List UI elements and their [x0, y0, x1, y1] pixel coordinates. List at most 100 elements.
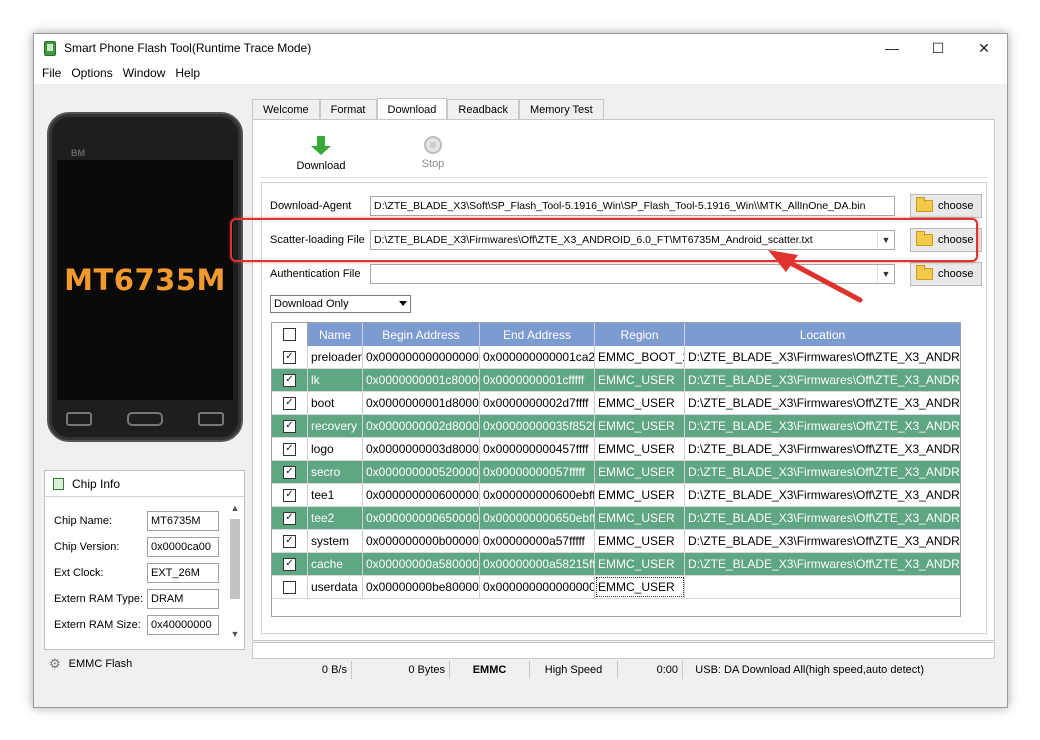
stop-label: Stop: [421, 158, 445, 170]
row-checkbox[interactable]: ✓: [283, 465, 296, 479]
row-checkbox[interactable]: ✓: [283, 350, 296, 364]
folder-icon: [916, 197, 933, 212]
row-checkbox[interactable]: ✓: [283, 534, 296, 548]
table-row[interactable]: ✓ logo 0x0000000003d80000 0x000000000457fff…: [272, 438, 960, 461]
table-row[interactable]: ✓ recovery 0x0000000002d80000 0x00000000035…: [272, 415, 960, 438]
title-bar[interactable]: Smart Phone Flash Tool(Runtime Trace Mod…: [34, 34, 1007, 62]
row-checkbox[interactable]: ✓: [283, 488, 296, 502]
status-speed: 0 B/s: [252, 661, 352, 679]
cell-begin-address: 0x0000000001d80000: [363, 392, 480, 414]
table-row[interactable]: ✓ secro 0x0000000005200000 0x00000000057fff…: [272, 461, 960, 484]
menu-file[interactable]: File: [40, 66, 69, 80]
row-checkbox[interactable]: ✓: [283, 557, 296, 571]
scroll-thumb[interactable]: [230, 519, 240, 599]
row-checkbox[interactable]: ✓: [283, 511, 296, 525]
row-checkbox-cell: ✓: [272, 461, 308, 483]
menu-window[interactable]: Window: [121, 66, 174, 80]
cell-region: EMMC_USER: [595, 530, 685, 552]
cell-location: D:\ZTE_BLADE_X3\Firmwares\Off\ZTE_X3_AND…: [688, 396, 960, 410]
emmc-flash-text: EMMC Flash: [68, 658, 133, 670]
cell-begin-address: 0x0000000001c80000: [363, 369, 480, 391]
cell-name: logo: [308, 438, 363, 460]
row-checkbox-cell: ✓: [272, 553, 308, 575]
download-tab-panel: Download Stop Download-Agent D:\ZTE_BLAD…: [252, 119, 995, 641]
cell-region: EMMC_USER: [595, 392, 685, 414]
table-row[interactable]: userdata 0x00000000be800000 0x000000000000…: [272, 576, 960, 599]
table-row[interactable]: ✓ tee1 0x0000000006000000 0x000000000600ebf…: [272, 484, 960, 507]
row-checkbox-cell: ✓: [272, 369, 308, 391]
phone-illustration: BM MT6735M: [47, 112, 243, 442]
cell-name: cache: [308, 553, 363, 575]
cell-begin-address: 0x00000000a5800000: [363, 553, 480, 575]
cell-region: EMMC_USER: [595, 553, 685, 575]
select-all-checkbox[interactable]: [283, 328, 296, 341]
menu-key-icon: [66, 412, 93, 426]
table-row[interactable]: ✓ cache 0x00000000a5800000 0x00000000a58215…: [272, 553, 960, 576]
row-checkbox[interactable]: [283, 580, 296, 594]
scroll-down-icon[interactable]: ▼: [228, 629, 242, 643]
maximize-button[interactable]: ☐: [915, 34, 961, 62]
col-end-address[interactable]: End Address: [480, 323, 595, 346]
auth-file-field[interactable]: ▼: [370, 264, 895, 284]
cell-begin-address: 0x0000000003d80000: [363, 438, 480, 460]
cell-region: EMMC_USER: [595, 461, 685, 483]
status-bar: 0 B/s 0 Bytes EMMC High Speed 0:00 USB: …: [252, 661, 995, 679]
tab-memory-test[interactable]: Memory Test: [518, 99, 604, 120]
cell-location: D:\ZTE_BLADE_X3\Firmwares\Off\ZTE_X3_AND…: [688, 373, 960, 387]
menu-options[interactable]: Options: [69, 66, 120, 80]
chip-row: Ext Clock: EXT_26M: [54, 563, 224, 583]
cell-end-address: 0x0000000000000000: [480, 576, 595, 598]
cell-begin-address: 0x0000000006000000: [363, 484, 480, 506]
chevron-down-icon[interactable]: ▼: [877, 265, 894, 283]
chip-row-label: Chip Version:: [54, 541, 120, 553]
col-region[interactable]: Region: [595, 323, 685, 346]
download-button[interactable]: Download: [286, 136, 356, 172]
row-checkbox-cell: ✓: [272, 438, 308, 460]
table-row[interactable]: ✓ tee2 0x0000000006500000 0x000000000650ebf…: [272, 507, 960, 530]
col-begin-address[interactable]: Begin Address: [363, 323, 480, 346]
chip-info-panel: Chip Info Chip Name: MT6735M Chip Versio…: [44, 470, 245, 650]
col-location[interactable]: Location: [685, 323, 960, 346]
table-row[interactable]: ✓ lk 0x0000000001c80000 0x0000000001cfffff E…: [272, 369, 960, 392]
row-checkbox[interactable]: ✓: [283, 419, 296, 433]
scroll-up-icon[interactable]: ▲: [228, 503, 242, 517]
phone-app-icon: [44, 40, 56, 56]
tab-format[interactable]: Format: [319, 99, 377, 120]
row-checkbox[interactable]: ✓: [283, 373, 296, 387]
chip-info-title: Chip Info: [72, 476, 121, 491]
cell-end-address: 0x00000000057fffff: [480, 461, 595, 483]
tab-download[interactable]: Download: [376, 98, 448, 120]
download-mode-select[interactable]: Download Only: [270, 295, 411, 313]
chip-row: Extern RAM Size: 0x40000000: [54, 615, 224, 635]
cell-name: userdata: [308, 576, 363, 598]
back-key-icon: [197, 412, 224, 426]
col-name[interactable]: Name: [308, 323, 363, 346]
cell-location: D:\ZTE_BLADE_X3\Firmwares\Off\ZTE_X3_AND…: [688, 488, 960, 502]
tab-welcome[interactable]: Welcome: [252, 99, 320, 120]
chip-row-value: EXT_26M: [147, 563, 219, 583]
minimize-button[interactable]: —: [869, 34, 915, 62]
choose-auth-button[interactable]: choose: [910, 262, 982, 286]
row-checkbox[interactable]: ✓: [283, 442, 296, 456]
window-title: Smart Phone Flash Tool(Runtime Trace Mod…: [64, 41, 312, 55]
choose-agent-button[interactable]: choose: [910, 194, 982, 218]
cell-begin-address: 0x000000000b000000: [363, 530, 480, 552]
chip-info-icon: [53, 477, 64, 490]
cell-begin-address: 0x00000000be800000: [363, 576, 480, 598]
partition-table: Name Begin Address End Address Region Lo…: [271, 322, 961, 617]
chip-info-scrollbar[interactable]: ▲ ▼: [228, 503, 242, 643]
stop-button[interactable]: Stop: [398, 136, 468, 170]
table-row[interactable]: ✓ preloader 0x0000000000000000 0x0000000000…: [272, 346, 960, 369]
menu-help[interactable]: Help: [173, 66, 208, 80]
download-agent-field[interactable]: D:\ZTE_BLADE_X3\Soft\SP_Flash_Tool-5.191…: [370, 196, 895, 216]
folder-icon: [916, 265, 933, 280]
table-row[interactable]: ✓ system 0x000000000b000000 0x00000000a57ff…: [272, 530, 960, 553]
close-button[interactable]: ✕: [961, 34, 1007, 62]
chip-row-label: Extern RAM Size:: [54, 619, 141, 631]
window-controls: — ☐ ✕: [869, 34, 1007, 62]
status-usb: USB: DA Download All(high speed,auto det…: [695, 664, 924, 676]
tab-readback[interactable]: Readback: [447, 99, 519, 120]
chip-row-label: Ext Clock:: [54, 567, 104, 579]
row-checkbox[interactable]: ✓: [283, 396, 296, 410]
table-row[interactable]: ✓ boot 0x0000000001d80000 0x0000000002d7fff…: [272, 392, 960, 415]
